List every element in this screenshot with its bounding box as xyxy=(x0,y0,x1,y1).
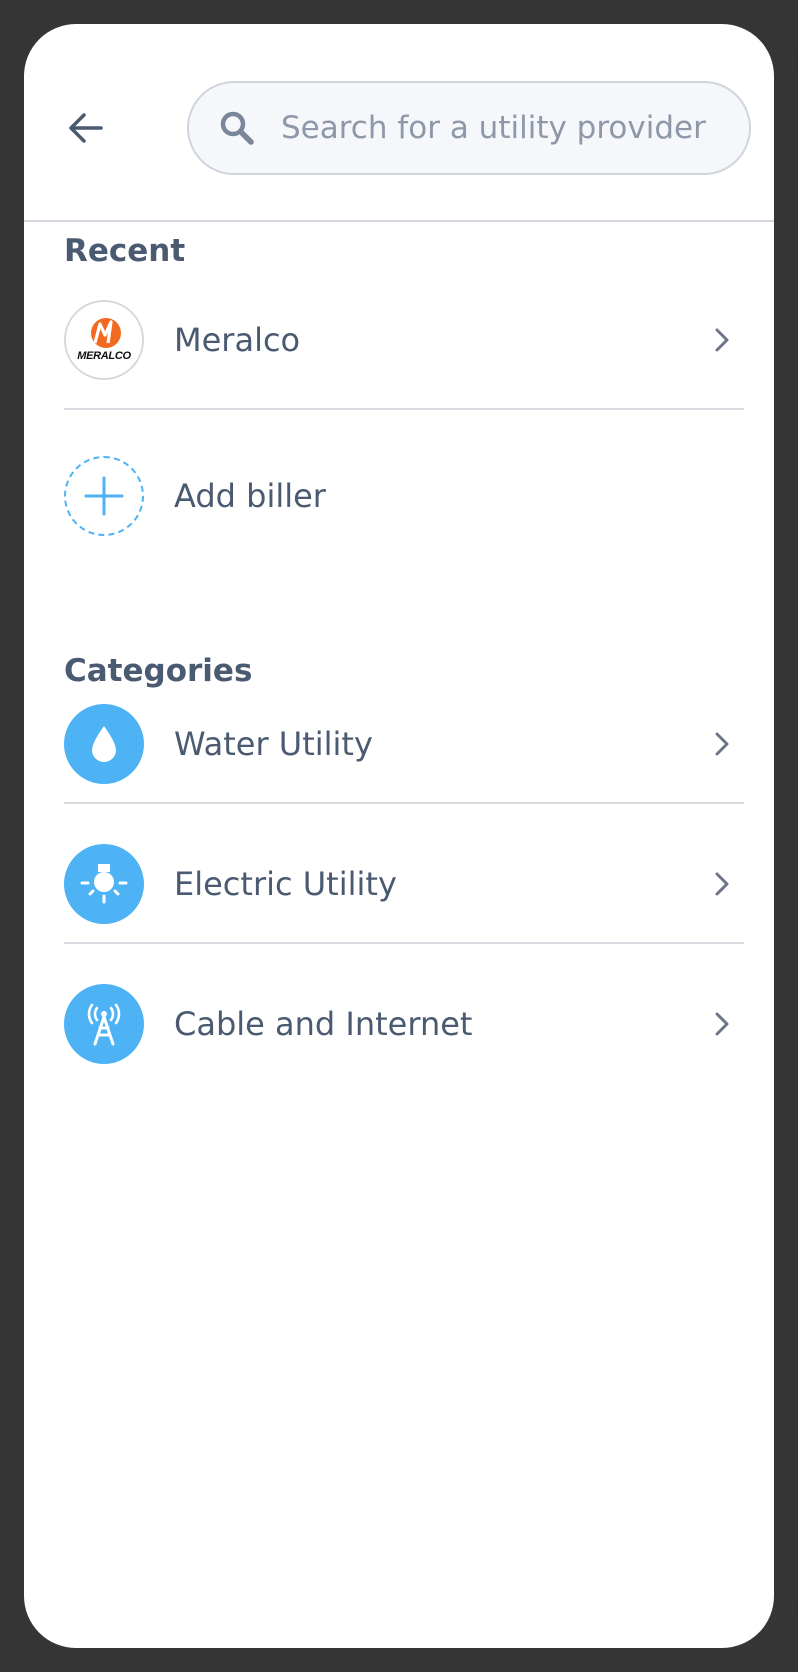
category-water-utility[interactable]: Water Utility xyxy=(64,694,734,794)
divider xyxy=(64,408,744,410)
category-label: Water Utility xyxy=(174,725,373,763)
categories-section-title: Categories xyxy=(64,653,253,689)
meralco-logo: MERALCO xyxy=(64,300,144,380)
search-input[interactable] xyxy=(281,110,721,146)
category-label: Electric Utility xyxy=(174,865,397,903)
chevron-right-icon xyxy=(710,869,734,899)
divider xyxy=(64,942,744,944)
light-bulb-icon xyxy=(64,844,144,924)
add-biller-button[interactable]: Add biller xyxy=(64,446,734,546)
back-button[interactable] xyxy=(62,104,110,152)
add-circle xyxy=(64,456,144,536)
chevron-right-icon xyxy=(710,1009,734,1039)
search-icon xyxy=(217,108,257,148)
device-frame: Recent MERALCO Meralco Add biller xyxy=(0,0,798,1672)
meralco-logo-text: MERALCO xyxy=(77,350,131,362)
recent-section-title: Recent xyxy=(64,233,186,269)
search-bar[interactable] xyxy=(187,81,751,175)
chevron-right-icon xyxy=(710,729,734,759)
recent-item-meralco[interactable]: MERALCO Meralco xyxy=(64,290,734,390)
add-biller-label: Add biller xyxy=(174,477,326,515)
header xyxy=(24,24,774,222)
category-cable-and-internet[interactable]: Cable and Internet xyxy=(64,974,734,1074)
arrow-left-icon xyxy=(69,113,103,143)
category-electric-utility[interactable]: Electric Utility xyxy=(64,834,734,934)
category-label: Cable and Internet xyxy=(174,1005,473,1043)
screen: Recent MERALCO Meralco Add biller xyxy=(24,24,774,1648)
divider xyxy=(64,802,744,804)
antenna-tower-icon xyxy=(64,984,144,1064)
recent-item-label: Meralco xyxy=(174,321,301,359)
water-drop-icon xyxy=(64,704,144,784)
plus-icon xyxy=(84,476,124,516)
chevron-right-icon xyxy=(710,325,734,355)
